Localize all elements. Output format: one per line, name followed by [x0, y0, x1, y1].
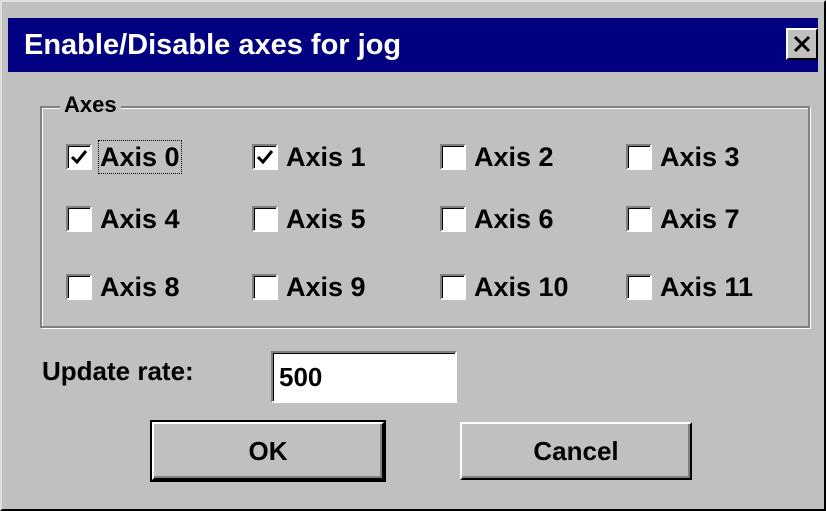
checkbox-box[interactable]	[440, 274, 466, 300]
axis-checkbox-8[interactable]: Axis 8	[66, 272, 180, 302]
dialog-title: Enable/Disable axes for jog	[24, 29, 402, 61]
axis-label: Axis 5	[286, 204, 366, 234]
checkbox-box[interactable]	[252, 206, 278, 232]
checkbox-box[interactable]	[66, 144, 92, 170]
checkbox-box[interactable]	[66, 206, 92, 232]
axis-checkbox-4[interactable]: Axis 4	[66, 204, 180, 234]
axis-checkbox-0[interactable]: Axis 0	[66, 140, 182, 174]
axis-checkbox-2[interactable]: Axis 2	[440, 142, 554, 172]
title-bar[interactable]: Enable/Disable axes for jog	[8, 18, 818, 72]
checkbox-box[interactable]	[440, 206, 466, 232]
axis-label: Axis 2	[474, 142, 554, 172]
axis-label: Axis 1	[286, 142, 366, 172]
axis-label: Axis 9	[286, 272, 366, 302]
checkbox-box[interactable]	[66, 274, 92, 300]
axis-checkbox-6[interactable]: Axis 6	[440, 204, 554, 234]
checkbox-box[interactable]	[626, 274, 652, 300]
axis-checkbox-10[interactable]: Axis 10	[440, 272, 569, 302]
checkbox-box[interactable]	[252, 144, 278, 170]
close-icon	[793, 35, 811, 53]
axis-label: Axis 11	[660, 272, 754, 302]
axis-checkbox-11[interactable]: Axis 11	[626, 272, 753, 302]
update-rate-label: Update rate:	[42, 356, 194, 386]
close-button[interactable]	[786, 28, 818, 60]
axis-checkbox-3[interactable]: Axis 3	[626, 142, 740, 172]
axis-label: Axis 6	[474, 204, 554, 234]
axis-label: Axis 3	[660, 142, 740, 172]
update-rate-input[interactable]	[271, 351, 457, 403]
checkmark-icon	[70, 150, 88, 165]
checkbox-box[interactable]	[440, 144, 466, 170]
axis-checkbox-5[interactable]: Axis 5	[252, 204, 366, 234]
axis-label: Axis 7	[660, 204, 740, 234]
checkbox-box[interactable]	[252, 274, 278, 300]
axis-checkbox-9[interactable]: Axis 9	[252, 272, 366, 302]
cancel-button[interactable]: Cancel	[460, 422, 692, 480]
axis-label: Axis 10	[474, 272, 569, 302]
axis-label: Axis 0	[98, 140, 182, 174]
dialog-window: Enable/Disable axes for jog Axes Axis 0 A…	[0, 0, 826, 511]
axis-checkbox-7[interactable]: Axis 7	[626, 204, 740, 234]
axis-checkbox-1[interactable]: Axis 1	[252, 142, 366, 172]
checkbox-box[interactable]	[626, 206, 652, 232]
axis-label: Axis 4	[100, 204, 180, 234]
ok-button[interactable]: OK	[150, 420, 386, 482]
axes-group-label: Axes	[60, 92, 121, 118]
checkbox-box[interactable]	[626, 144, 652, 170]
axis-label: Axis 8	[100, 272, 180, 302]
checkmark-icon	[256, 150, 274, 165]
